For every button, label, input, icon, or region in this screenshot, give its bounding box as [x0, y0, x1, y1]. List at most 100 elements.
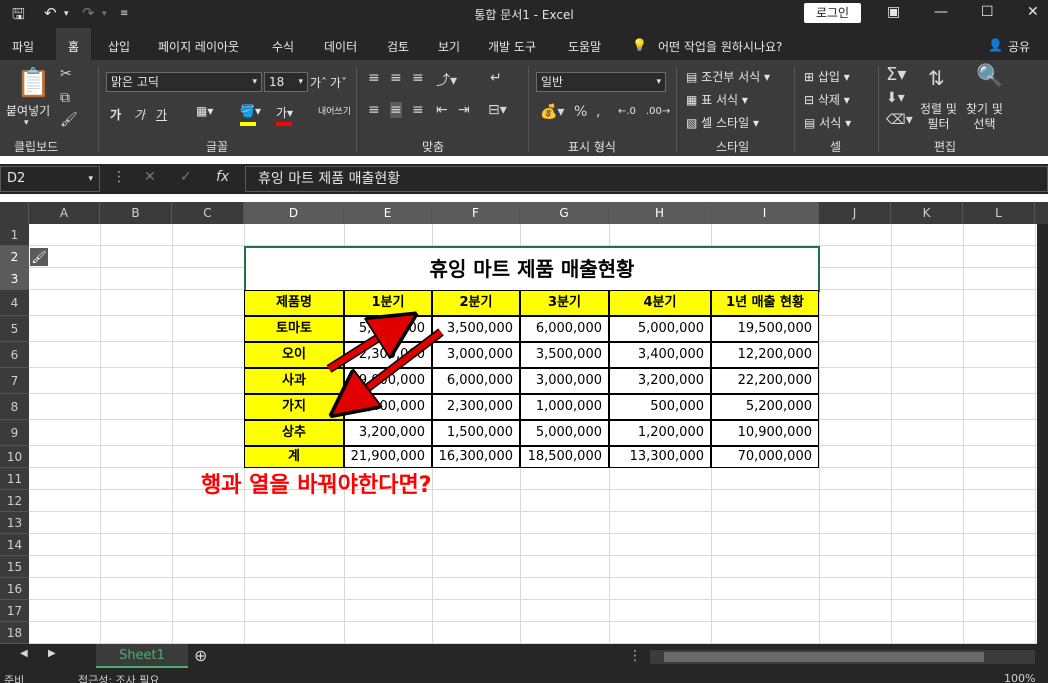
font-size-select[interactable]: 18 ▾	[264, 72, 308, 92]
conditional-format-button[interactable]: ▤ 조건부 서식 ▾	[686, 68, 770, 85]
increase-decimal-icon[interactable]: ←.0	[618, 106, 636, 117]
column-header-h[interactable]: H	[609, 202, 711, 224]
align-middle-icon[interactable]: ≡	[390, 70, 402, 86]
maximize-icon[interactable]: ☐	[981, 4, 994, 20]
decrease-indent-icon[interactable]: ⇤	[436, 102, 448, 118]
column-header-g[interactable]: G	[520, 202, 609, 224]
clear-icon[interactable]: ⌫▾	[886, 112, 913, 128]
zoom-level[interactable]: 100%	[1004, 672, 1035, 683]
number-format-select[interactable]: 일반 ▾	[536, 72, 666, 92]
worksheet-grid[interactable]: 휴잉 마트 제품 매출현황 제품명 1분기 2분기 3분기 4분기 1년 매출 현황 토마토…	[29, 224, 1037, 644]
share-icon[interactable]: 👤	[988, 38, 1003, 52]
sheet-tab-sheet1[interactable]: Sheet1	[96, 644, 188, 668]
column-header-f[interactable]: F	[432, 202, 520, 224]
row-header-9[interactable]: 9	[0, 420, 29, 446]
column-header-c[interactable]: C	[172, 202, 244, 224]
enter-icon[interactable]: ✓	[180, 169, 192, 185]
row-header-15[interactable]: 15	[0, 556, 29, 578]
format-painter-tag-icon[interactable]: 🖌	[30, 248, 48, 266]
row-header-6[interactable]: 6	[0, 342, 29, 368]
align-top-icon[interactable]: ≡	[368, 70, 380, 86]
font-color-icon[interactable]: 가▾	[276, 104, 293, 121]
decrease-font-icon[interactable]: 가ˇ	[330, 74, 347, 91]
tab-help[interactable]: 도움말	[568, 38, 601, 55]
prev-sheet-icon[interactable]: ◀	[20, 648, 28, 659]
sort-filter-icon[interactable]: ⇅	[928, 66, 945, 90]
align-center-icon[interactable]: ≡	[390, 102, 402, 118]
comma-style-icon[interactable]: ,	[596, 104, 600, 120]
tab-developer[interactable]: 개발 도구	[488, 38, 536, 55]
accessibility-status[interactable]: 접근성: 조사 필요	[78, 672, 160, 683]
row-header-12[interactable]: 12	[0, 490, 29, 512]
fill-color-icon[interactable]: 🪣▾	[240, 104, 261, 118]
increase-indent-icon[interactable]: ⇥	[458, 102, 470, 118]
column-header-e[interactable]: E	[344, 202, 432, 224]
align-bottom-icon[interactable]: ≡	[412, 70, 424, 86]
minimize-icon[interactable]: —	[934, 4, 948, 20]
tab-view[interactable]: 보기	[438, 38, 460, 55]
login-button[interactable]: 로그인	[804, 3, 861, 23]
format-painter-icon[interactable]: 🖌	[60, 112, 78, 128]
column-header-a[interactable]: A	[29, 202, 100, 224]
row-header-1[interactable]: 1	[0, 224, 29, 246]
tab-review[interactable]: 검토	[387, 38, 409, 55]
column-header-d[interactable]: D	[244, 202, 344, 224]
tab-data[interactable]: 데이터	[324, 38, 357, 55]
column-header-j[interactable]: J	[819, 202, 891, 224]
row-header-18[interactable]: 18	[0, 622, 29, 644]
column-header-b[interactable]: B	[100, 202, 172, 224]
row-header-7[interactable]: 7	[0, 368, 29, 394]
decrease-decimal-icon[interactable]: .00→	[646, 106, 670, 117]
column-header-l[interactable]: L	[963, 202, 1035, 224]
increase-font-icon[interactable]: 가ˆ	[310, 74, 327, 91]
row-header-14[interactable]: 14	[0, 534, 29, 556]
row-header-2[interactable]: 2	[0, 246, 29, 268]
orientation-icon[interactable]: ⤴▾	[436, 70, 457, 90]
autosum-icon[interactable]: Σ▾	[886, 64, 906, 85]
row-header-11[interactable]: 11	[0, 468, 29, 490]
insert-cells-button[interactable]: ⊞ 삽입 ▾	[804, 68, 850, 85]
horizontal-scrollbar[interactable]	[650, 650, 1035, 664]
percent-icon[interactable]: %	[574, 104, 587, 120]
row-header-5[interactable]: 5	[0, 316, 29, 342]
delete-cells-button[interactable]: ⊟ 삭제 ▾	[804, 91, 850, 108]
tab-file[interactable]: 파일	[12, 38, 34, 55]
paste-button[interactable]: 붙여넣기	[6, 102, 50, 119]
sheet-options-icon[interactable]: ⋮	[628, 648, 642, 664]
row-header-3[interactable]: 3	[0, 268, 29, 290]
bold-icon[interactable]: 가	[110, 106, 121, 123]
tab-page-layout[interactable]: 페이지 레이아웃	[158, 38, 239, 55]
merge-center-icon[interactable]: ⊟▾	[488, 102, 507, 118]
row-header-10[interactable]: 10	[0, 446, 29, 468]
wrap-text-icon[interactable]: ↵	[490, 70, 502, 86]
format-cells-button[interactable]: ▤ 서식 ▾	[804, 114, 851, 131]
row-header-4[interactable]: 4	[0, 290, 29, 316]
vertical-scrollbar[interactable]	[1037, 224, 1048, 644]
tab-formulas[interactable]: 수식	[272, 38, 294, 55]
select-all-button[interactable]	[0, 202, 29, 224]
row-header-8[interactable]: 8	[0, 394, 29, 420]
more-options-icon[interactable]: ⋮	[112, 169, 126, 185]
accounting-format-icon[interactable]: 💰▾	[540, 104, 564, 120]
close-icon[interactable]: ✕	[1027, 4, 1039, 20]
align-left-icon[interactable]: ≡	[368, 102, 380, 118]
row-header-17[interactable]: 17	[0, 600, 29, 622]
format-as-table-button[interactable]: ▦ 표 서식 ▾	[686, 91, 748, 108]
formula-input[interactable]: 휴잉 마트 제품 매출현황	[245, 166, 1048, 192]
font-name-select[interactable]: 맑은 고딕 ▾	[106, 72, 262, 92]
tab-home[interactable]: 홈	[56, 28, 92, 60]
row-header-16[interactable]: 16	[0, 578, 29, 600]
find-select-icon[interactable]: 🔍	[976, 64, 1003, 89]
find-select-button[interactable]: 찾기 및 선택	[966, 102, 1003, 132]
paste-dropdown-icon[interactable]: ▾	[24, 118, 29, 128]
sort-filter-button[interactable]: 정렬 및 필터	[920, 102, 957, 132]
cut-icon[interactable]: ✂	[60, 66, 72, 82]
border-icon[interactable]: ▦▾	[196, 104, 213, 118]
fill-icon[interactable]: ⬇▾	[886, 90, 905, 106]
tab-insert[interactable]: 삽입	[108, 38, 130, 55]
paste-icon[interactable]: 📋	[16, 66, 51, 99]
column-header-i[interactable]: I	[711, 202, 819, 224]
add-sheet-icon[interactable]: ⊕	[194, 646, 207, 665]
row-header-13[interactable]: 13	[0, 512, 29, 534]
name-box[interactable]: D2 ▾	[0, 166, 100, 192]
